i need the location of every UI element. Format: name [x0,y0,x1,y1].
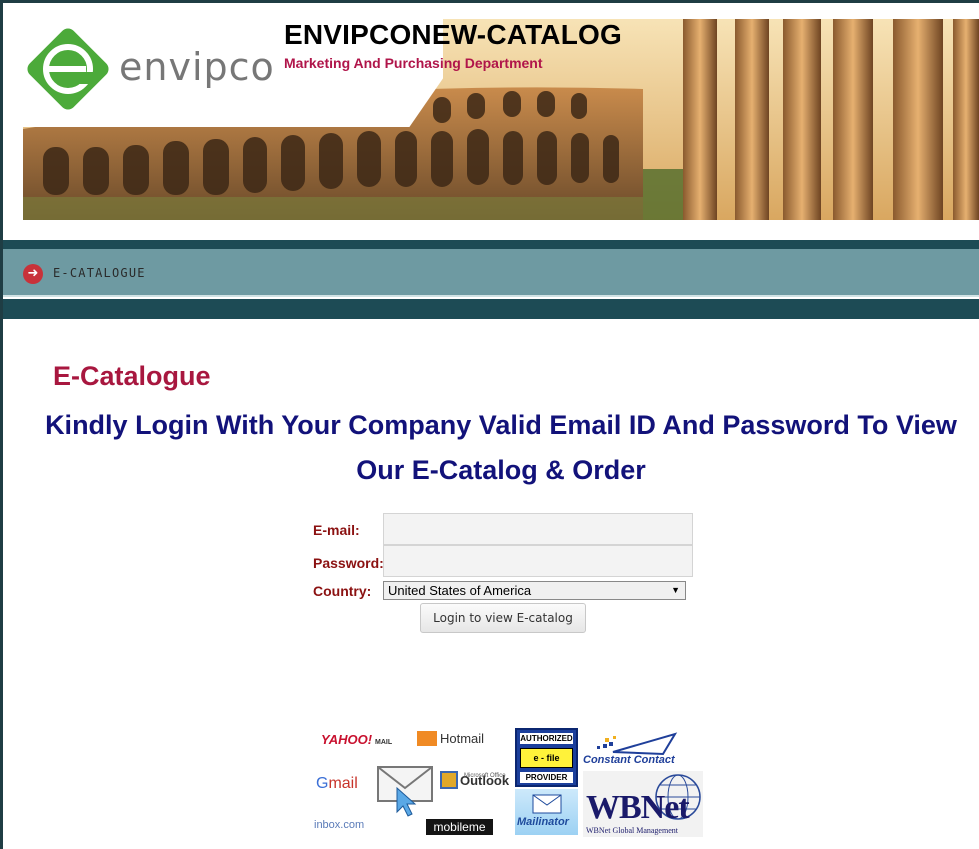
gmail-logo: Gmail [316,775,358,793]
envelope-cursor-icon [377,766,433,817]
constant-contact-logo: Constant Contact [583,732,683,772]
email-field[interactable] [383,513,693,545]
main-content: E-Catalogue Kindly Login With Your Compa… [3,319,979,849]
site-header: envipco ENVIPCONEW-CATALOG Marketing And… [3,3,979,240]
password-label: Password: [313,555,384,571]
hotmail-logo: Hotmail [417,731,484,746]
site-subtitle: Marketing And Purchasing Department [284,55,543,71]
outlook-logo: Outlook Microsoft Office [440,771,509,789]
wbnet-logo: WBNet WBNet Global Management [583,771,703,837]
mailinator-logo: Mailinator [515,789,578,835]
login-instruction: Kindly Login With Your Company Valid Ema… [45,410,957,485]
envipco-logo-icon [27,28,109,110]
mailinator-text: Mailinator [517,816,569,828]
nav-item-e-catalogue[interactable]: E-CATALOGUE [53,266,146,280]
logo-wordmark[interactable]: envipco [119,45,275,89]
country-select[interactable]: United States of America ▼ [383,581,686,600]
nav-bottom-stripe [3,299,979,319]
provider-text: PROVIDER [520,772,573,783]
constant-contact-envelope-icon [597,732,678,756]
page: envipco ENVIPCONEW-CATALOG Marketing And… [3,3,979,849]
authorized-text: AUTHORIZED [520,733,573,744]
yahoo-mail-logo: YAHOO! MAIL [321,732,392,747]
mobileme-logo: mobileme [426,819,493,835]
email-label: E-mail: [313,522,360,538]
arrow-right-circle-icon: ➜ [23,264,43,284]
hotmail-envelope-icon [417,731,437,746]
country-select-value: United States of America [388,583,532,598]
login-button[interactable]: Login to view E-catalog [420,603,586,633]
outlook-microsoft-text: Microsoft Office [464,773,506,779]
chevron-down-icon: ▼ [671,585,680,595]
outlook-icon [440,771,458,789]
yahoo-mail-text: MAIL [375,739,393,746]
gmail-rest-text: mail [328,775,358,792]
yahoo-logo-text: YAHOO! [321,732,373,747]
wbnet-text: WBNet [586,789,690,826]
page-title: E-Catalogue [53,361,211,391]
main-nav: ➜ E-CATALOGUE [3,249,979,297]
authorized-efile-provider-badge: AUTHORIZED e - file PROVIDER [515,728,578,787]
inbox-com-logo: inbox.com [314,819,365,831]
nav-top-stripe [3,240,979,249]
wbnet-sub-text: WBNet Global Management [586,826,678,835]
efile-text: e - file [520,748,573,768]
gmail-g-text: G [316,775,329,792]
constant-contact-text: Constant Contact [583,754,675,766]
site-title[interactable]: ENVIPCONEW-CATALOG [284,19,622,51]
hotmail-logo-text: Hotmail [440,731,485,746]
country-label: Country: [313,583,372,599]
mailinator-envelope-icon [532,794,562,814]
password-field[interactable] [383,545,693,577]
